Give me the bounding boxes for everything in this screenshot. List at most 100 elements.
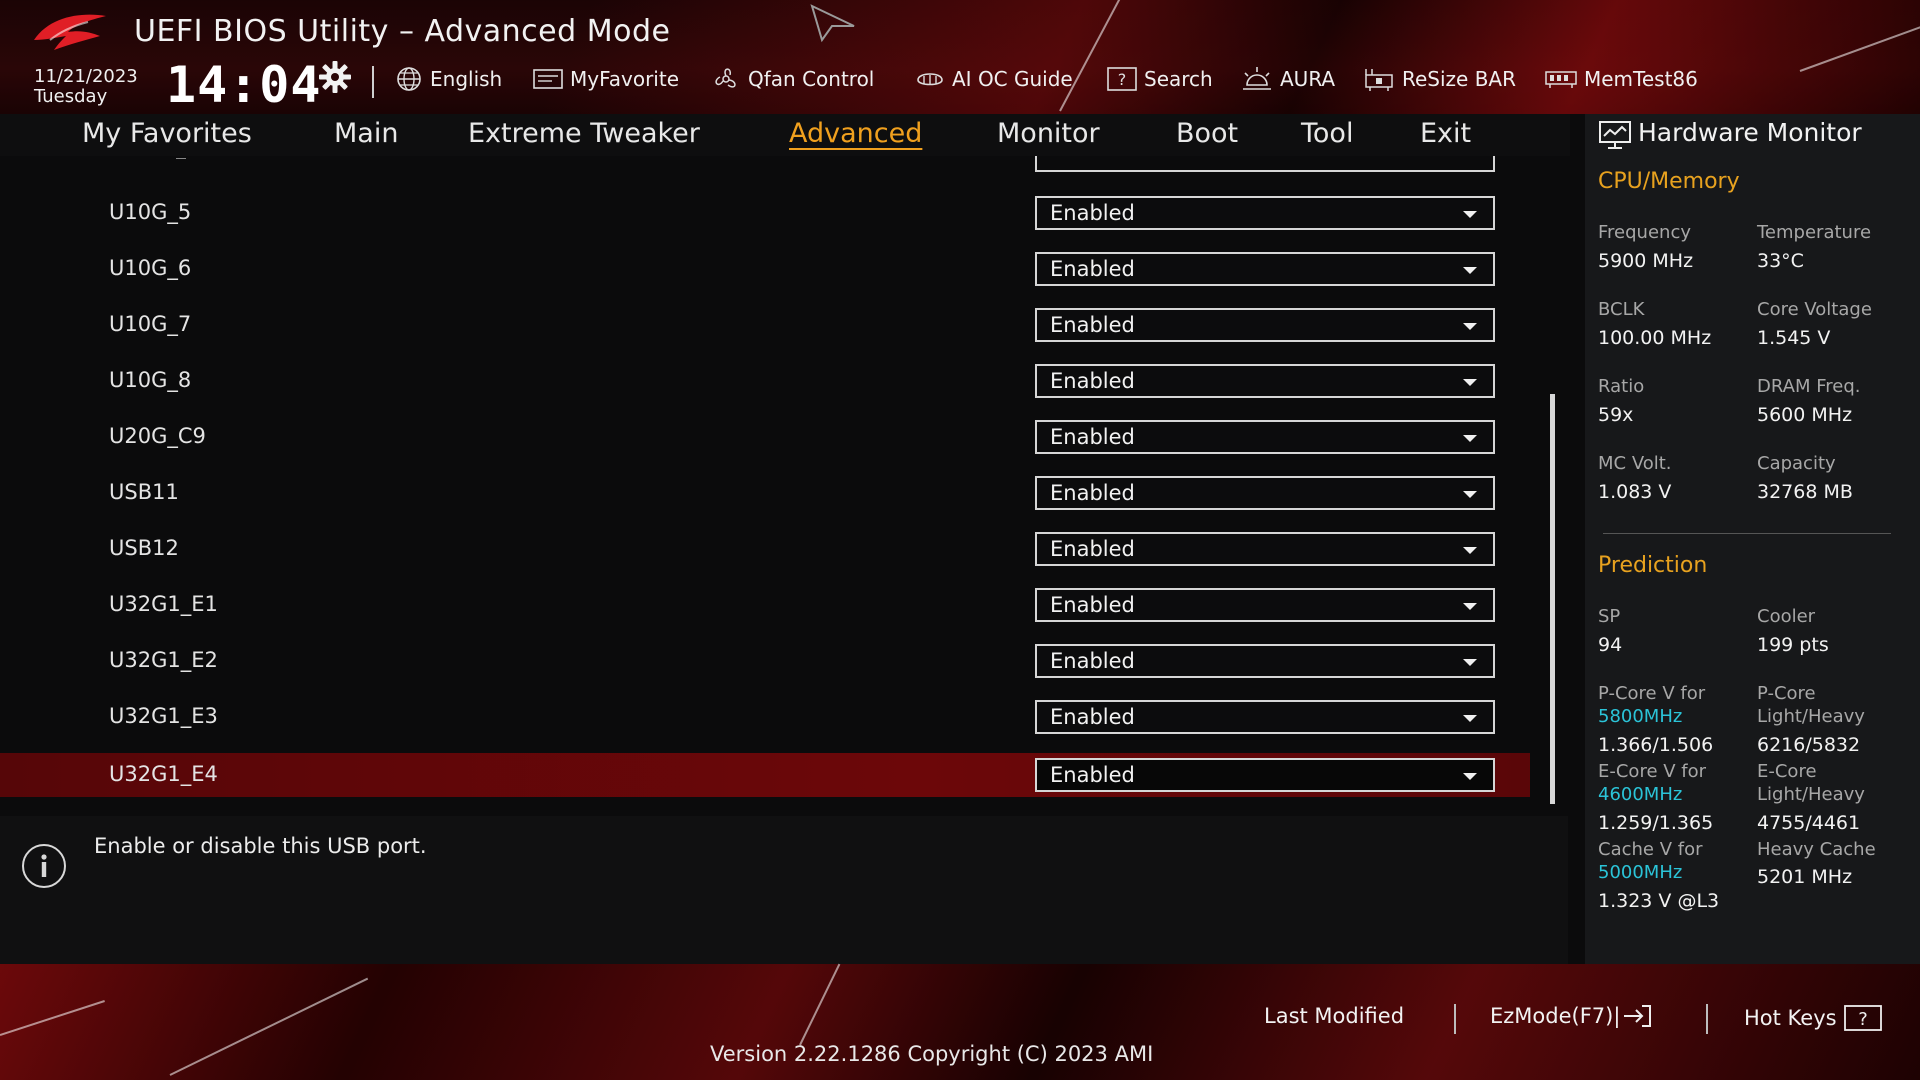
memtest86-button[interactable]: MemTest86 — [1544, 64, 1698, 94]
ai-oc-guide-button[interactable]: AI OC Guide — [914, 64, 1073, 94]
setting-label: U32G1_E4 — [109, 762, 218, 786]
setting-dropdown[interactable]: Enabled — [1035, 308, 1495, 342]
aura-button[interactable]: AURA — [1240, 64, 1335, 94]
setting-dropdown[interactable]: Enabled — [1035, 196, 1495, 230]
tab-tool[interactable]: Tool — [1301, 118, 1353, 149]
ecore-v-label: E-Core V for — [1598, 761, 1707, 782]
tool-label: Qfan Control — [748, 67, 875, 91]
tool-label: MyFavorite — [570, 67, 680, 91]
tab-advanced[interactable]: Advanced — [789, 118, 922, 149]
decor-stripe — [1059, 0, 1141, 112]
setting-row-usb11[interactable]: USB11 Enabled — [0, 471, 1530, 515]
setting-dropdown[interactable]: Enabled — [1035, 364, 1495, 398]
cooler-label: Cooler — [1757, 606, 1816, 627]
hw-monitor-title: Hardware Monitor — [1638, 118, 1862, 147]
day-display: Tuesday — [34, 86, 108, 107]
setting-row-u20g-c9[interactable]: U20G_C9 Enabled — [0, 415, 1530, 459]
tool-label: ReSize BAR — [1402, 67, 1517, 91]
setting-row-u10g-5[interactable]: U10G_5 Enabled — [0, 191, 1530, 235]
setting-dropdown[interactable]: Enabled — [1035, 420, 1495, 454]
dropdown-value: Enabled — [1050, 649, 1135, 673]
language-button[interactable]: English — [394, 64, 502, 94]
chevron-down-icon — [1463, 715, 1477, 722]
sp-label: SP — [1598, 606, 1621, 627]
cpu-memory-title: CPU/Memory — [1598, 169, 1740, 194]
setting-dropdown[interactable]: Enabled — [1035, 588, 1495, 622]
myfavorite-button[interactable]: MyFavorite — [532, 64, 679, 94]
footer-divider — [1706, 1004, 1708, 1034]
hot-keys-button[interactable]: Hot Keys ? — [1744, 1004, 1883, 1032]
chevron-down-icon — [1463, 773, 1477, 780]
tab-exit[interactable]: Exit — [1420, 118, 1471, 149]
ecore-v-value: 1.259/1.365 — [1598, 812, 1714, 834]
setting-row-u32g1-e4[interactable]: U32G1_E4 Enabled — [0, 753, 1530, 797]
hw-label: MC Volt. — [1598, 453, 1672, 474]
setting-row-u32g1-e3[interactable]: U32G1_E3 Enabled — [0, 695, 1530, 739]
hw-label: Core Voltage — [1757, 299, 1872, 320]
tool-label: AURA — [1280, 67, 1336, 91]
tab-monitor[interactable]: Monitor — [997, 118, 1100, 149]
search-icon: ? — [1107, 67, 1137, 91]
setting-row-u32g1-e1[interactable]: U32G1_E1 Enabled — [0, 583, 1530, 627]
scrollbar[interactable] — [1550, 394, 1555, 804]
hw-label: Ratio — [1598, 376, 1645, 397]
tool-label: MemTest86 — [1584, 67, 1698, 91]
app-title: UEFI BIOS Utility – Advanced Mode — [134, 14, 671, 49]
setting-row-usb12[interactable]: USB12 Enabled — [0, 527, 1530, 571]
dropdown-value: Enabled — [1050, 705, 1135, 729]
exit-arrow-icon — [1624, 1005, 1652, 1027]
heavy-cache-label: Heavy Cache — [1757, 839, 1876, 860]
dropdown-value: Enabled — [1050, 313, 1135, 337]
setting-row-u32g1-e2[interactable]: U32G1_E2 Enabled — [0, 639, 1530, 683]
pcore-lh-label: P-Core — [1757, 683, 1816, 704]
setting-dropdown[interactable]: Enabled — [1035, 532, 1495, 566]
dropdown-value: Enabled — [1050, 425, 1135, 449]
decor-stripe — [1799, 25, 1920, 72]
pcore-lh-value: 6216/5832 — [1757, 734, 1861, 756]
aura-icon — [1243, 67, 1271, 90]
header-divider — [372, 66, 374, 98]
setting-label: USB11 — [109, 480, 179, 504]
setting-label: U32G1_E3 — [109, 704, 218, 728]
search-button[interactable]: ? Search — [1106, 64, 1213, 94]
hw-label: Temperature — [1757, 222, 1872, 243]
date-display: 11/21/2023 — [34, 66, 138, 87]
qfan-control-button[interactable]: Qfan Control — [710, 64, 874, 94]
svg-text:?: ? — [1118, 70, 1127, 89]
ezmode-button[interactable]: EzMode(F7)| — [1490, 1004, 1652, 1028]
gear-icon[interactable] — [318, 60, 352, 94]
chevron-down-icon — [1463, 211, 1477, 218]
hw-value: 1.545 V — [1757, 327, 1831, 349]
decor-stripe — [169, 977, 369, 1076]
ecore-lh-value: 4755/4461 — [1757, 812, 1861, 834]
decor-stripe — [799, 963, 841, 1046]
chevron-down-icon — [1463, 659, 1477, 666]
memtest-icon — [1545, 71, 1577, 88]
tab-boot[interactable]: Boot — [1176, 118, 1238, 149]
cache-v-label: Cache V for — [1598, 839, 1703, 860]
setting-dropdown[interactable]: Enabled — [1035, 252, 1495, 286]
chevron-down-icon — [1463, 603, 1477, 610]
setting-dropdown[interactable]: Enabled — [1035, 700, 1495, 734]
tool-label: English — [430, 67, 503, 91]
setting-label: U10G_6 — [109, 256, 192, 280]
hw-label: BCLK — [1598, 299, 1645, 320]
setting-row-u10g-6[interactable]: U10G_6 Enabled — [0, 247, 1530, 291]
last-modified-button[interactable]: Last Modified — [1264, 1004, 1404, 1028]
setting-label: U10G_8 — [109, 368, 192, 392]
setting-dropdown[interactable]: Enabled — [1035, 758, 1495, 792]
setting-dropdown[interactable]: Enabled — [1035, 476, 1495, 510]
dropdown-value: Enabled — [1050, 481, 1135, 505]
hw-value: 33°C — [1757, 250, 1804, 272]
chevron-down-icon — [1463, 379, 1477, 386]
rog-logo-icon — [34, 14, 106, 50]
setting-row-u10g-7[interactable]: U10G_7 Enabled — [0, 303, 1530, 347]
tab-my-favorites[interactable]: My Favorites — [82, 118, 252, 149]
tab-extreme-tweaker[interactable]: Extreme Tweaker — [468, 118, 700, 149]
resize-bar-button[interactable]: ReSize BAR — [1362, 64, 1516, 94]
ezmode-label: EzMode(F7)| — [1490, 1004, 1621, 1028]
setting-row-u10g-8[interactable]: U10G_8 Enabled — [0, 359, 1530, 403]
setting-dropdown[interactable]: Enabled — [1035, 644, 1495, 678]
tab-main[interactable]: Main — [334, 118, 398, 149]
ecore-v-freq: 4600MHz — [1598, 784, 1683, 805]
